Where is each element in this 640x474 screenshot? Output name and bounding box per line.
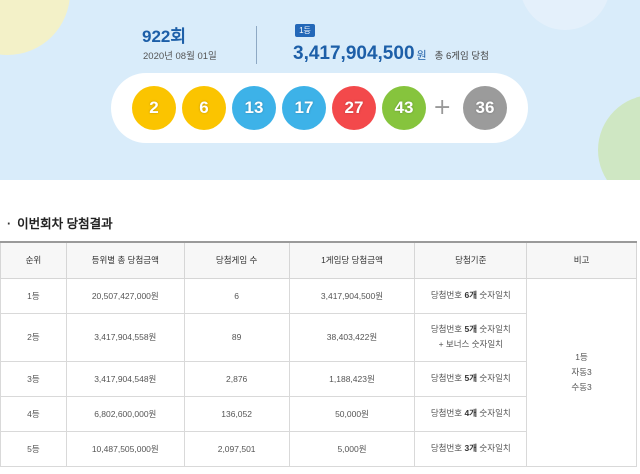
draw-number: 922회: [142, 27, 187, 46]
total-prize-cell: 6,802,600,000원: [65, 395, 185, 432]
total-prize-cell: 3,417,904,558원: [65, 312, 185, 362]
results-table: 순위 등위별 총 당첨금액 당첨게임 수 1게임당 당첨금액 당첨기준 비고 1…: [0, 241, 637, 467]
criteria-count: 5개: [464, 324, 478, 334]
column-header: 1게임당 당첨금액: [288, 241, 416, 279]
criteria-cell: 당첨번호 6개 숫자일치: [414, 277, 528, 314]
criteria-suffix: 숫자일치: [477, 290, 511, 300]
remarks-line: 자동3: [571, 366, 592, 377]
plus-icon: +: [433, 95, 452, 120]
decorative-circle: [520, 0, 610, 30]
prize-unit: 원: [416, 50, 427, 62]
winning-games-cell: 2,097,501: [183, 430, 290, 467]
rank-cell: 3등: [0, 360, 67, 397]
number-ball: 6: [182, 86, 226, 130]
per-game-prize-cell: 3,417,904,500원: [288, 277, 416, 314]
criteria-cell: 당첨번호 5개 숫자일치: [414, 360, 528, 397]
column-header: 비고: [526, 241, 637, 279]
draw-result-banner: 922회 2020년 08월 01일 1등 3,417,904,500 원 총 6게…: [0, 0, 640, 180]
per-game-prize-cell: 38,403,422원: [288, 312, 416, 362]
decorative-circle: [0, 0, 70, 55]
column-header: 당첨게임 수: [183, 241, 290, 279]
rank-cell: 2등: [0, 312, 67, 362]
total-prize-cell: 10,487,505,000원: [65, 430, 185, 467]
winner-count-note: 총 6게임 당첨: [434, 51, 489, 62]
criteria-suffix: 숫자일치: [477, 443, 511, 453]
section-title: · 이번회차 당첨결과: [7, 213, 113, 232]
remarks-cell: 1등 자동3 수동3: [526, 277, 637, 467]
number-ball: 17: [282, 86, 326, 130]
total-prize-cell: 3,417,904,548원: [65, 360, 185, 397]
criteria-prefix: 당첨번호: [430, 408, 465, 418]
table-header-row: 순위 등위별 총 당첨금액 당첨게임 수 1게임당 당첨금액 당첨기준 비고: [0, 241, 637, 279]
winning-games-cell: 6: [183, 277, 290, 314]
criteria-cell: 당첨번호 5개 숫자일치 + 보너스 숫자일치: [414, 312, 528, 362]
criteria-prefix: 당첨번호: [430, 290, 465, 300]
criteria-prefix: 당첨번호: [430, 443, 465, 453]
rank-cell: 4등: [0, 395, 67, 432]
first-prize: 3,417,904,500 원 총 6게임 당첨: [293, 43, 489, 65]
number-ball: 27: [332, 86, 376, 130]
criteria-count: 3개: [464, 443, 478, 453]
criteria-prefix: 당첨번호: [430, 373, 465, 383]
rank-cell: 5등: [0, 430, 67, 467]
draw-date: 2020년 08월 01일: [143, 51, 217, 62]
criteria-prefix: 당첨번호: [430, 324, 465, 334]
per-game-prize-cell: 5,000원: [288, 430, 416, 467]
winning-games-cell: 89: [183, 312, 290, 362]
winning-games-cell: 2,876: [183, 360, 290, 397]
total-prize-cell: 20,507,427,000원: [65, 277, 185, 314]
table-row: 1등 20,507,427,000원 6 3,417,904,500원 당첨번호…: [0, 277, 637, 467]
number-ball: 13: [232, 86, 276, 130]
criteria-cell: 당첨번호 3개 숫자일치: [414, 430, 528, 467]
per-game-prize-cell: 50,000원: [288, 395, 416, 432]
rank-cell: 1등: [0, 277, 67, 314]
criteria-count: 5개: [464, 373, 478, 383]
first-prize-amount: 3,417,904,500: [293, 43, 415, 64]
decorative-circle: [598, 95, 640, 180]
remarks-line: 1등: [575, 351, 588, 362]
criteria-suffix: 숫자일치: [477, 324, 511, 334]
number-ball: 2: [132, 86, 176, 130]
bonus-ball: 36: [463, 86, 507, 130]
criteria-suffix: 숫자일치: [477, 373, 511, 383]
winning-games-cell: 136,052: [183, 395, 290, 432]
winning-numbers: 2 6 13 17 27 43 + 36: [111, 73, 528, 143]
bullet-icon: ·: [7, 217, 12, 231]
column-header: 순위: [0, 241, 67, 279]
column-header: 당첨기준: [414, 241, 528, 279]
remarks-line: 수동3: [571, 381, 592, 392]
column-header: 등위별 총 당첨금액: [65, 241, 185, 279]
number-ball: 43: [382, 86, 426, 130]
criteria-count: 4개: [464, 408, 478, 418]
rank-badge: 1등: [295, 24, 315, 37]
criteria-count: 6개: [464, 290, 478, 300]
criteria-suffix: 숫자일치: [477, 408, 511, 418]
divider: [256, 26, 257, 64]
criteria-bonus: + 보너스 숫자일치: [438, 339, 503, 349]
per-game-prize-cell: 1,188,423원: [288, 360, 416, 397]
section-title-text: 이번회차 당첨결과: [17, 217, 113, 231]
criteria-cell: 당첨번호 4개 숫자일치: [414, 395, 528, 432]
